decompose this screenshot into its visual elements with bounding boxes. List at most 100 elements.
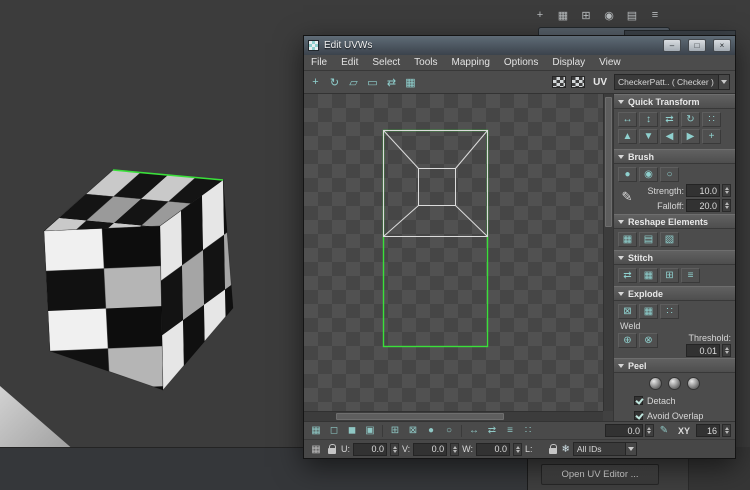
- ignore-backfacing-icon[interactable]: ≡: [502, 423, 518, 438]
- v-field[interactable]: 0.0: [413, 442, 448, 456]
- move-v-icon[interactable]: ↕: [639, 112, 658, 127]
- brush-options-icon[interactable]: ○: [660, 167, 679, 182]
- menu-view[interactable]: View: [592, 57, 628, 68]
- spinner-snap-icon[interactable]: ≡: [647, 7, 663, 23]
- section-reshape-elements[interactable]: Reshape Elements: [614, 214, 735, 229]
- menu-options[interactable]: Options: [497, 57, 545, 68]
- avoid-overlap-checkbox[interactable]: Avoid Overlap: [618, 409, 731, 421]
- grow-selection-icon[interactable]: ⊞: [387, 423, 403, 438]
- ring-selection-icon[interactable]: ○: [441, 423, 457, 438]
- detach-checkbox[interactable]: Detach: [618, 394, 731, 407]
- edge-mode-icon[interactable]: ◻: [326, 423, 342, 438]
- menu-mapping[interactable]: Mapping: [445, 57, 497, 68]
- flip-h-icon[interactable]: ⇄: [660, 112, 679, 127]
- angle-snap-icon[interactable]: ◉: [601, 7, 617, 23]
- v-spinner[interactable]: [450, 442, 460, 456]
- open-uv-editor-button[interactable]: Open UV Editor ...: [541, 464, 659, 485]
- show-map-icon[interactable]: [552, 76, 567, 88]
- close-button[interactable]: ×: [713, 39, 731, 52]
- horizontal-scrollbar[interactable]: [304, 411, 603, 421]
- stitch-source-icon[interactable]: ⊞: [660, 268, 679, 283]
- element-mode-icon[interactable]: ▣: [362, 423, 378, 438]
- straighten-icon[interactable]: ▤: [639, 232, 658, 247]
- lock-icon[interactable]: [328, 444, 336, 454]
- angle-spinner[interactable]: [644, 424, 654, 437]
- threshold-field[interactable]: 0.01: [686, 344, 720, 357]
- add-icon[interactable]: +: [532, 7, 548, 23]
- menu-file[interactable]: File: [304, 57, 334, 68]
- align-top-icon[interactable]: ▲: [618, 129, 637, 144]
- horizontal-scrollbar-thumb[interactable]: [336, 413, 504, 420]
- vertex-mode-icon[interactable]: ▦: [308, 423, 324, 438]
- threshold-spinner[interactable]: [722, 344, 731, 357]
- falloff-spinner[interactable]: [722, 199, 731, 212]
- rectangularize-icon[interactable]: ▧: [660, 232, 679, 247]
- snap-center-icon[interactable]: +: [702, 129, 721, 144]
- rotate-tool-icon[interactable]: ↻: [326, 74, 343, 91]
- menu-tools[interactable]: Tools: [407, 57, 444, 68]
- maximize-button[interactable]: □: [688, 39, 706, 52]
- material-id-dropdown[interactable]: All IDs: [572, 442, 637, 456]
- move-tool-icon[interactable]: +: [307, 74, 324, 91]
- scale-tool-icon[interactable]: ▱: [345, 74, 362, 91]
- lock-selected-icon[interactable]: [548, 444, 557, 454]
- target-weld-icon[interactable]: ⊗: [639, 333, 658, 348]
- stitch-target-icon[interactable]: ≡: [681, 268, 700, 283]
- angle-field[interactable]: 0.0: [604, 424, 643, 437]
- mirror-tool-icon[interactable]: ⇄: [383, 74, 400, 91]
- section-explode[interactable]: Explode: [614, 286, 735, 301]
- w-spinner[interactable]: [513, 442, 523, 456]
- relax-brush-icon[interactable]: ◉: [639, 167, 658, 182]
- align-left-icon[interactable]: ◀: [660, 129, 679, 144]
- freeze-icon[interactable]: ❄: [562, 444, 570, 455]
- w-field[interactable]: 0.0: [476, 442, 511, 456]
- grid-toggle-icon[interactable]: ▦: [309, 444, 323, 455]
- quick-peel-icon[interactable]: [649, 377, 662, 390]
- vertical-scrollbar[interactable]: [603, 94, 613, 411]
- menu-select[interactable]: Select: [365, 57, 407, 68]
- window-titlebar[interactable]: Edit UVWs – □ ×: [304, 36, 735, 55]
- texture-dropdown[interactable]: CheckerPatt.. ( Checker ): [614, 74, 730, 90]
- weld-selected-icon[interactable]: ⊕: [618, 333, 637, 348]
- paint-select-icon[interactable]: ↔: [466, 423, 482, 438]
- move-h-icon[interactable]: ↔: [618, 112, 637, 127]
- paint-move-icon[interactable]: ●: [618, 167, 637, 182]
- strength-spinner[interactable]: [722, 184, 731, 197]
- section-brush[interactable]: Brush: [614, 149, 735, 164]
- section-quick-transform[interactable]: Quick Transform: [614, 94, 735, 109]
- menu-edit[interactable]: Edit: [334, 57, 365, 68]
- strength-field[interactable]: 10.0: [686, 184, 720, 197]
- uv-editor-canvas[interactable]: [304, 94, 603, 411]
- u-field[interactable]: 0.0: [353, 442, 387, 456]
- grid-icon[interactable]: ▦: [555, 7, 571, 23]
- break-icon[interactable]: ⊠: [618, 304, 637, 319]
- explode-elements-icon[interactable]: ∷: [660, 304, 679, 319]
- pencil-icon[interactable]: ✎: [618, 184, 636, 210]
- spacing-icon[interactable]: ∷: [702, 112, 721, 127]
- vertical-scrollbar-thumb[interactable]: [605, 97, 612, 227]
- stitch-average-icon[interactable]: ▦: [639, 268, 658, 283]
- menu-display[interactable]: Display: [545, 57, 592, 68]
- explode-faces-icon[interactable]: ▦: [639, 304, 658, 319]
- pelt-map-icon[interactable]: [687, 377, 700, 390]
- stitch-custom-icon[interactable]: ⇄: [618, 268, 637, 283]
- percent-snap-icon[interactable]: ▤: [624, 7, 640, 23]
- u-spinner[interactable]: [390, 442, 399, 456]
- section-peel[interactable]: Peel: [614, 358, 735, 373]
- snap-grid-icon[interactable]: ▦: [402, 74, 419, 91]
- grid-size-field[interactable]: 16: [696, 424, 720, 437]
- align-bottom-icon[interactable]: ▼: [639, 129, 658, 144]
- face-mode-icon[interactable]: ◼: [344, 423, 360, 438]
- grid-size-spinner[interactable]: [722, 424, 731, 437]
- chevron-down-icon[interactable]: [624, 443, 636, 455]
- freeform-tool-icon[interactable]: ▭: [364, 74, 381, 91]
- chevron-down-icon[interactable]: [718, 75, 729, 89]
- align-right-icon[interactable]: ▶: [681, 129, 700, 144]
- falloff-field[interactable]: 20.0: [686, 199, 720, 212]
- peel-mode-icon[interactable]: [668, 377, 681, 390]
- shrink-selection-icon[interactable]: ⊠: [405, 423, 421, 438]
- relax-icon[interactable]: ▦: [618, 232, 637, 247]
- viewport-cube[interactable]: [28, 158, 253, 408]
- select-by-smoothing-icon[interactable]: ∷: [520, 423, 536, 438]
- minimize-button[interactable]: –: [663, 39, 681, 52]
